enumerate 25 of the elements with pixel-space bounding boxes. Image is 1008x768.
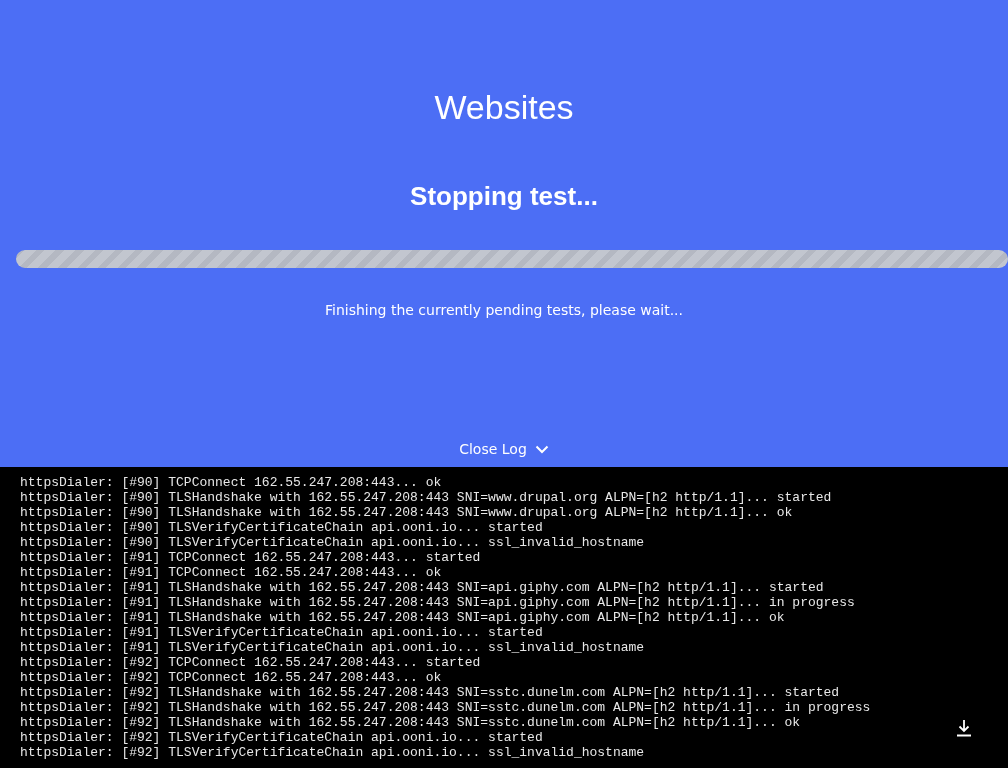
log-line: httpsDialer: [#91] TLSVerifyCertificateChain api.ooni.io... ssl_invalid_hostname: [20, 640, 645, 655]
log-line: httpsDialer: [#90] TLSVerifyCertificateChain api.ooni.io... started: [20, 520, 543, 535]
log-line: httpsDialer: [#90] TLSHandshake with 162.55.247.208:443 SNI=www.drupal.org ALPN=[h2 http/1.1]... started: [20, 490, 832, 505]
log-line: httpsDialer: [#92] TLSHandshake with 162.55.247.208:443 SNI=sstc.dunelm.com ALPN=[h2 http/1.1]... started: [20, 685, 840, 700]
log-line: httpsDialer: [#91] TLSHandshake with 162.55.247.208:443 SNI=api.giphy.com ALPN=[h2 http/1.1]... ok: [20, 610, 785, 625]
log-line: httpsDialer: [#90] TLSHandshake with 162.55.247.208:443 SNI=www.drupal.org ALPN=[h2 http/1.1]... ok: [20, 505, 793, 520]
log-line: httpsDialer: [#91] TLSHandshake with 162.55.247.208:443 SNI=api.giphy.com ALPN=[h2 http/1.1]... started: [20, 580, 824, 595]
log-line: httpsDialer: [#90] TLSVerifyCertificateChain api.ooni.io... ssl_invalid_hostname: [20, 535, 645, 550]
close-log-button[interactable]: Close Log: [453, 437, 555, 461]
log-line: httpsDialer: [#92] TCPConnect 162.55.247.208:443... ok: [20, 670, 442, 685]
log-line: httpsDialer: [#92] TLSVerifyCertificateChain api.ooni.io... ssl_invalid_hostname: [20, 745, 645, 760]
chevron-down-icon: [534, 444, 549, 454]
log-line: httpsDialer: [#92] TLSVerifyCertificateChain api.ooni.io... started: [20, 730, 543, 745]
log-line: httpsDialer: [#91] TCPConnect 162.55.247.208:443... ok: [20, 565, 442, 580]
log-line: httpsDialer: [#90] TCPConnect 162.55.247.208:443... ok: [20, 475, 442, 490]
log-line: httpsDialer: [#92] TCPConnect 162.55.247.208:443... started: [20, 655, 481, 670]
log-line: httpsDialer: [#92] TLSHandshake with 162.55.247.208:443 SNI=sstc.dunelm.com ALPN=[h2 http/1.1]... ok: [20, 715, 801, 730]
status-heading: Stopping test...: [410, 180, 598, 212]
log-line: httpsDialer: [#92] TLSHandshake with 162.55.247.208:443 SNI=sstc.dunelm.com ALPN=[h2 http/1.1]... in progress: [20, 700, 871, 715]
log-line: httpsDialer: [#91] TLSVerifyCertificateChain api.ooni.io... started: [20, 625, 543, 640]
test-title: Websites: [434, 87, 574, 128]
log-line: httpsDialer: [#91] TCPConnect 162.55.247.208:443... started: [20, 550, 481, 565]
status-message: Finishing the currently pending tests, please wait...: [324, 301, 683, 319]
download-icon[interactable]: [956, 719, 972, 737]
log-line: httpsDialer: [#91] TLSHandshake with 162.55.247.208:443 SNI=api.giphy.com ALPN=[h2 http/1.1]... in progress: [20, 595, 855, 610]
